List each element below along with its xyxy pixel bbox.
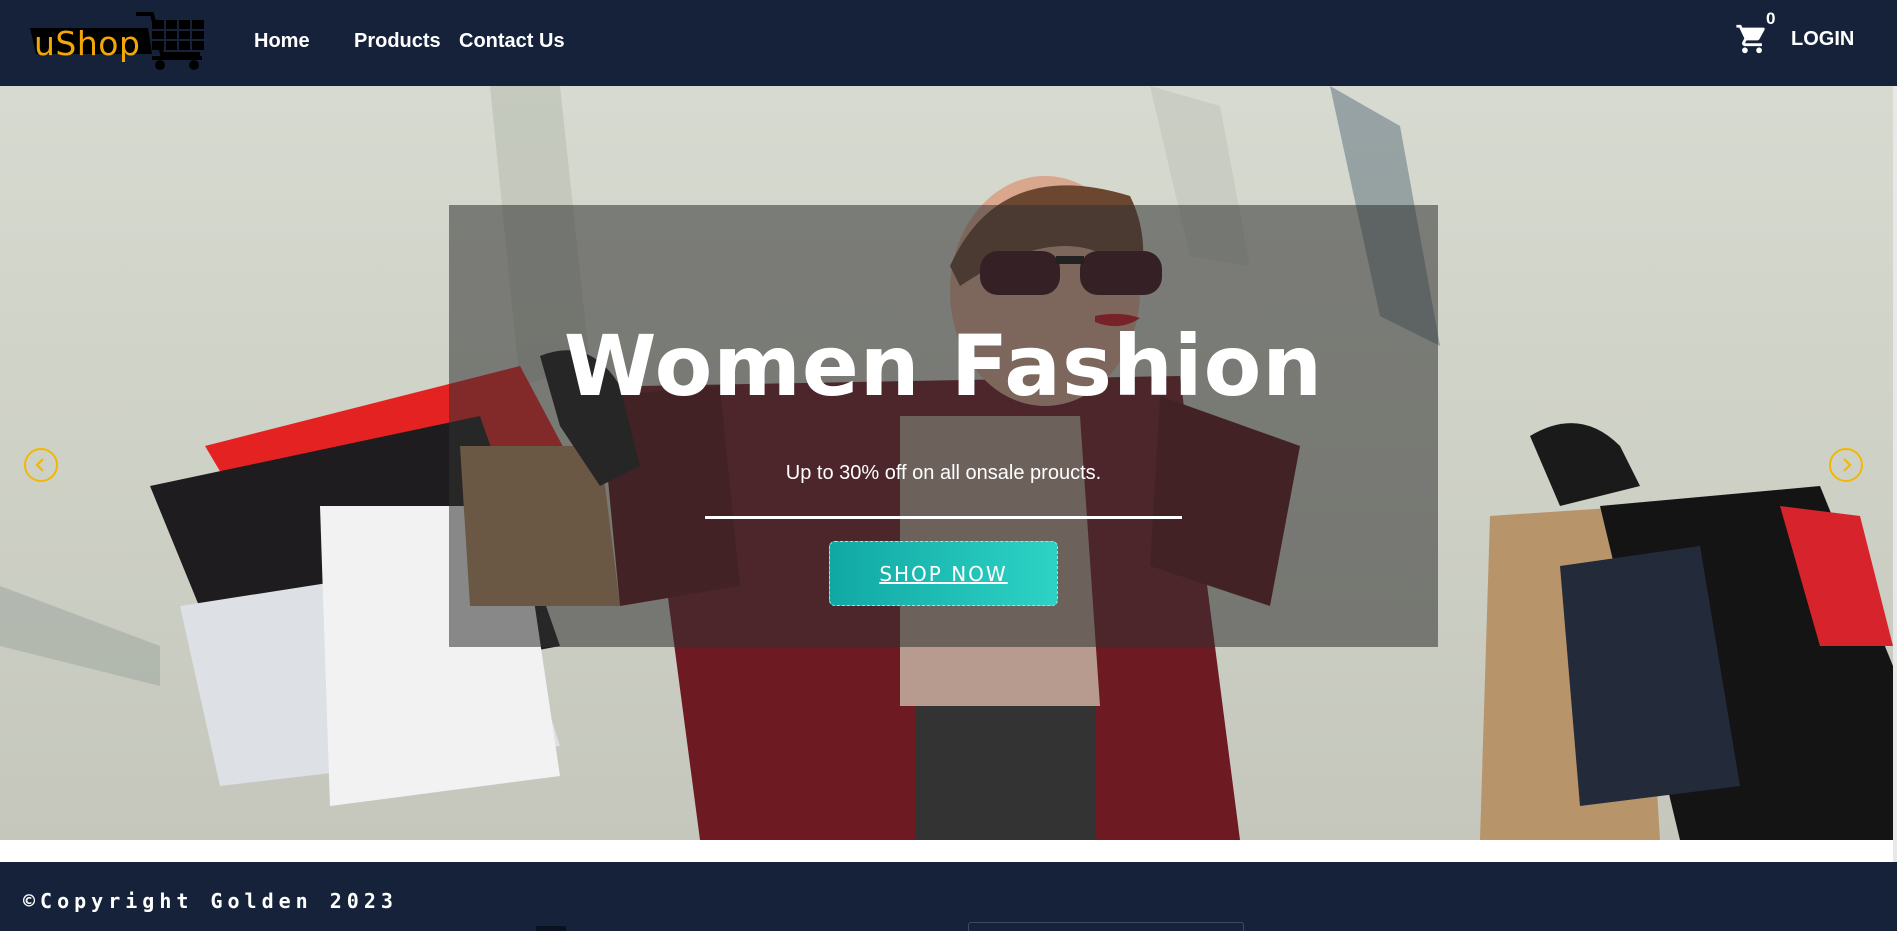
chevron-left-icon [35, 458, 44, 472]
hero-title: Women Fashion [563, 317, 1324, 415]
footer-input-field[interactable] [968, 922, 1244, 931]
nav-home[interactable]: Home [254, 30, 310, 53]
hero-caption: Women Fashion Up to 30% off on all onsal… [449, 205, 1438, 647]
logo[interactable]: uShop [28, 10, 208, 72]
hero-carousel: Women Fashion Up to 30% off on all onsal… [0, 86, 1893, 840]
logo-text: uShop [34, 24, 141, 63]
hero-subtitle: Up to 30% off on all onsale proucts. [785, 462, 1102, 484]
shop-now-button[interactable]: SHOP NOW [829, 541, 1058, 606]
carousel-prev-button[interactable] [24, 448, 58, 482]
shopping-cart-icon[interactable] [1735, 22, 1769, 56]
footer-decoration [536, 926, 566, 931]
cart-count-badge: 0 [1766, 9, 1776, 28]
login-link[interactable]: LOGIN [1791, 28, 1854, 51]
chevron-right-icon [1843, 458, 1852, 472]
nav-contact-us[interactable]: Contact Us [459, 30, 565, 53]
carousel-next-button[interactable] [1829, 448, 1863, 482]
nav-products[interactable]: Products [354, 30, 441, 53]
page-scrollbar[interactable] [1893, 86, 1897, 862]
copyright-text: ©Copyright Golden 2023 [23, 889, 398, 913]
footer: ©Copyright Golden 2023 [0, 862, 1897, 931]
navbar: uShop Home Products Contact Us 0 LOGIN [0, 0, 1897, 86]
hero-divider [705, 516, 1182, 519]
